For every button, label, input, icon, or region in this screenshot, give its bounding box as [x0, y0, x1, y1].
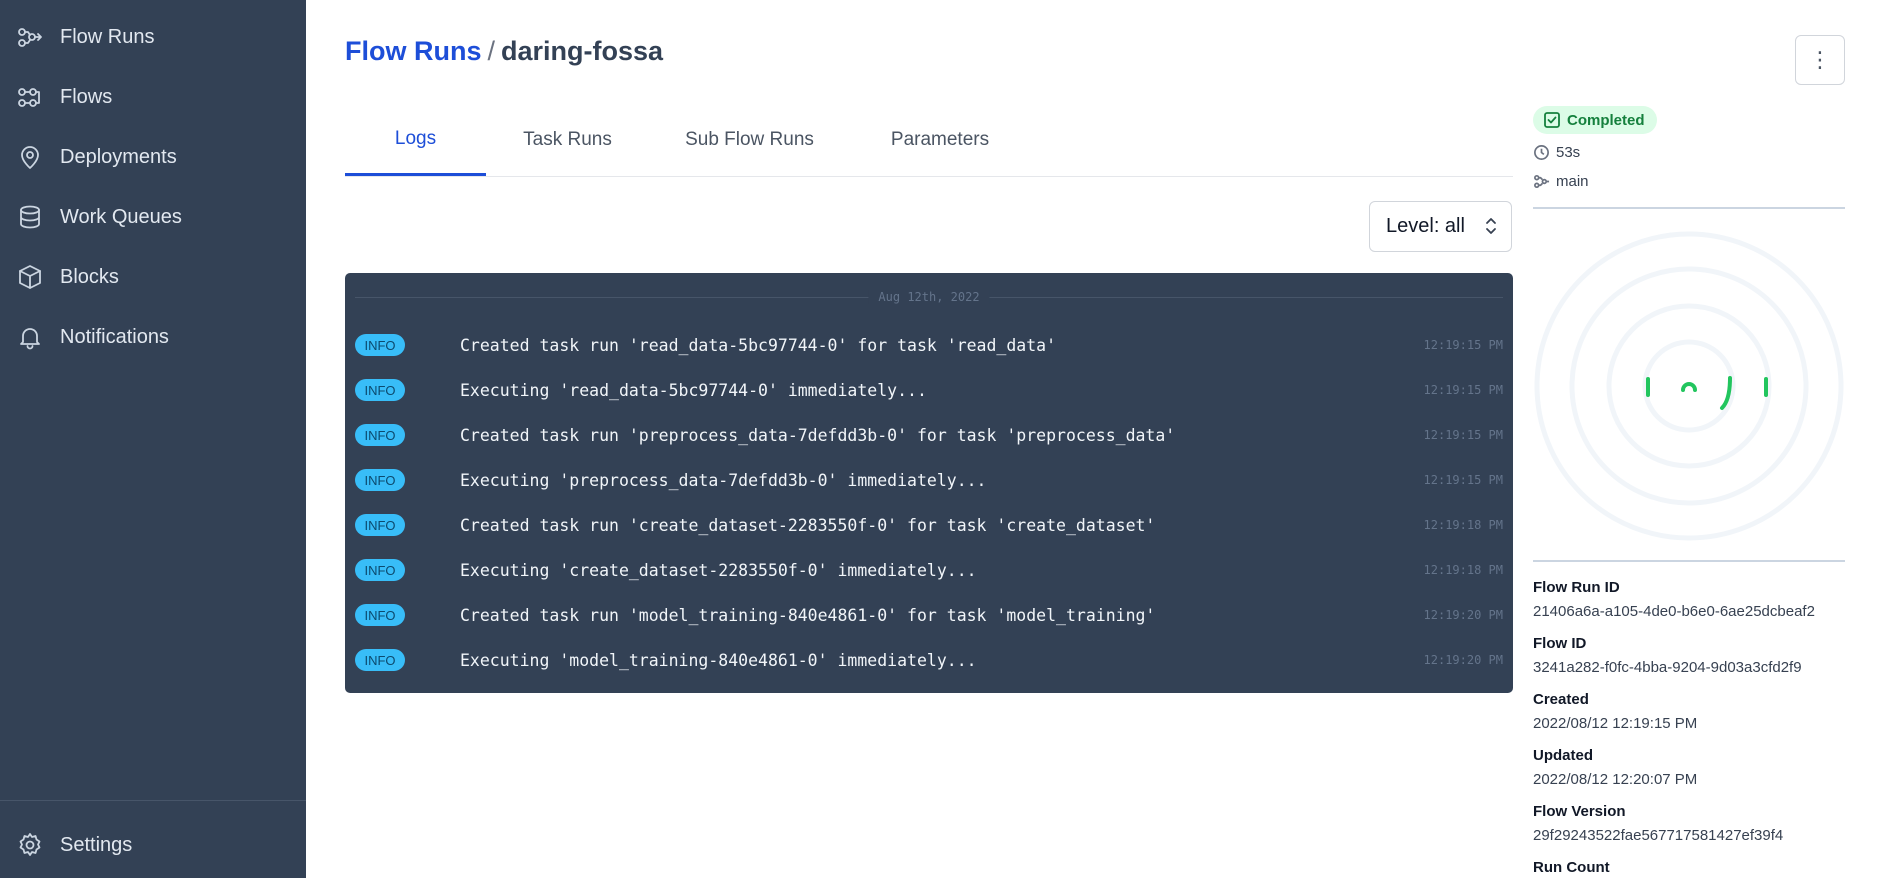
log-panel: Aug 12th, 2022 INFO Created task run 're… [345, 273, 1513, 693]
duration-value: 53s [1556, 144, 1581, 161]
log-message: Executing 'create_dataset-2283550f-0' im… [460, 561, 977, 580]
sidebar-item-flows[interactable]: Flows [0, 75, 306, 119]
flow-version-label: Flow Version [1533, 803, 1626, 820]
flow-name: main [1556, 173, 1589, 190]
log-timestamp: 12:19:20 PM [1423, 608, 1503, 622]
sidebar-item-settings[interactable]: Settings [0, 823, 306, 867]
check-square-icon [1544, 112, 1560, 128]
breadcrumb-separator: / [487, 36, 496, 66]
log-timestamp: 12:19:15 PM [1423, 428, 1503, 442]
sidebar-item-work-queues[interactable]: Work Queues [0, 195, 306, 239]
tab-task-runs[interactable]: Task Runs [486, 104, 649, 176]
sidebar-item-label: Notifications [60, 325, 169, 348]
duration: 53s [1533, 144, 1580, 161]
log-message: Created task run 'create_dataset-2283550… [460, 516, 1156, 535]
kebab-menu-icon: ⋮ [1809, 47, 1831, 72]
sidebar-item-label: Deployments [60, 145, 177, 168]
log-level-select[interactable]: Level: all [1369, 201, 1512, 252]
state-label: Completed [1567, 111, 1645, 129]
log-row: INFO Created task run 'create_dataset-22… [345, 514, 1513, 559]
log-level-badge: INFO [355, 559, 405, 581]
sidebar: Flow Runs Flows Deployments Work Queues … [0, 0, 306, 878]
created-label: Created [1533, 691, 1589, 708]
sidebar-item-notifications[interactable]: Notifications [0, 315, 306, 359]
database-icon [16, 203, 44, 231]
log-message: Created task run 'preprocess_data-7defdd… [460, 426, 1176, 445]
log-level-badge: INFO [355, 424, 405, 446]
sidebar-item-deployments[interactable]: Deployments [0, 135, 306, 179]
sidebar-item-label: Settings [60, 833, 133, 856]
log-row: INFO Created task run 'model_training-84… [345, 604, 1513, 649]
log-row: INFO Created task run 'read_data-5bc9774… [345, 334, 1513, 379]
log-timestamp: 12:19:15 PM [1423, 383, 1503, 397]
created-value: 2022/08/12 12:19:15 PM [1533, 715, 1698, 732]
log-level-value: Level: all [1386, 215, 1465, 237]
log-message: Created task run 'model_training-840e486… [460, 606, 1156, 625]
sidebar-item-flow-runs[interactable]: Flow Runs [0, 15, 306, 59]
log-level-badge: INFO [355, 469, 405, 491]
log-row: INFO Executing 'create_dataset-2283550f-… [345, 559, 1513, 604]
log-row: INFO Executing 'preprocess_data-7defdd3b… [345, 469, 1513, 514]
sidebar-item-label: Flows [60, 85, 113, 108]
sidebar-item-label: Flow Runs [60, 25, 155, 48]
page-title: daring-fossa [501, 36, 664, 66]
sidebar-item-label: Blocks [60, 265, 119, 288]
log-date-divider: Aug 12th, 2022 [355, 290, 1503, 304]
log-timestamp: 12:19:18 PM [1423, 518, 1503, 532]
log-message: Executing 'read_data-5bc97744-0' immedia… [460, 381, 927, 400]
updated-value: 2022/08/12 12:20:07 PM [1533, 771, 1698, 788]
clock-icon [1534, 145, 1549, 160]
flow-id-value: 3241a282-f0fc-4bba-9204-9d03a3cfd2f9 [1533, 659, 1802, 676]
chevron-up-down-icon [1486, 218, 1496, 234]
divider [1533, 207, 1845, 209]
bell-icon [16, 323, 44, 351]
log-level-badge: INFO [355, 514, 405, 536]
cube-icon [16, 263, 44, 291]
sidebar-divider [0, 800, 306, 801]
flow-run-radar [1534, 231, 1844, 541]
log-message: Executing 'model_training-840e4861-0' im… [460, 651, 977, 670]
flow-link[interactable]: main [1533, 173, 1589, 190]
tab-bar: Logs Task Runs Sub Flow Runs Parameters [345, 104, 1513, 177]
log-level-badge: INFO [355, 379, 405, 401]
flow-version-value: 29f29243522fae567717581427ef39f4 [1533, 827, 1784, 844]
map-pin-icon [16, 143, 44, 171]
tab-sub-flow-runs[interactable]: Sub Flow Runs [649, 104, 850, 176]
run-count-label: Run Count [1533, 859, 1610, 876]
sidebar-item-label: Work Queues [60, 205, 182, 228]
more-options-button[interactable]: ⋮ [1795, 35, 1845, 85]
log-row: INFO Executing 'read_data-5bc97744-0' im… [345, 379, 1513, 424]
log-level-badge: INFO [355, 334, 405, 356]
breadcrumb: Flow Runs / daring-fossa [345, 36, 663, 67]
flow-run-id-value: 21406a6a-a105-4de0-b6e0-6ae25dcbeaf2 [1533, 603, 1815, 620]
flows-icon [1534, 174, 1550, 189]
log-timestamp: 12:19:18 PM [1423, 563, 1503, 577]
log-row: INFO Executing 'model_training-840e4861-… [345, 649, 1513, 694]
flow-run-id-label: Flow Run ID [1533, 579, 1620, 596]
log-row: INFO Created task run 'preprocess_data-7… [345, 424, 1513, 469]
tab-logs[interactable]: Logs [345, 104, 486, 176]
flow-id-label: Flow ID [1533, 635, 1587, 652]
gear-icon [16, 831, 44, 859]
tab-parameters[interactable]: Parameters [850, 104, 1030, 176]
log-date: Aug 12th, 2022 [868, 290, 990, 304]
flow-runs-icon [16, 23, 44, 51]
log-message: Created task run 'read_data-5bc97744-0' … [460, 336, 1057, 355]
log-timestamp: 12:19:15 PM [1423, 473, 1503, 487]
flows-icon [16, 83, 44, 111]
log-timestamp: 12:19:20 PM [1423, 653, 1503, 667]
log-level-badge: INFO [355, 649, 405, 671]
log-message: Executing 'preprocess_data-7defdd3b-0' i… [460, 471, 987, 490]
divider [1533, 560, 1845, 562]
breadcrumb-flow-runs-link[interactable]: Flow Runs [345, 36, 482, 66]
state-badge: Completed [1533, 106, 1657, 134]
sidebar-item-blocks[interactable]: Blocks [0, 255, 306, 299]
log-timestamp: 12:19:15 PM [1423, 338, 1503, 352]
updated-label: Updated [1533, 747, 1593, 764]
log-level-badge: INFO [355, 604, 405, 626]
